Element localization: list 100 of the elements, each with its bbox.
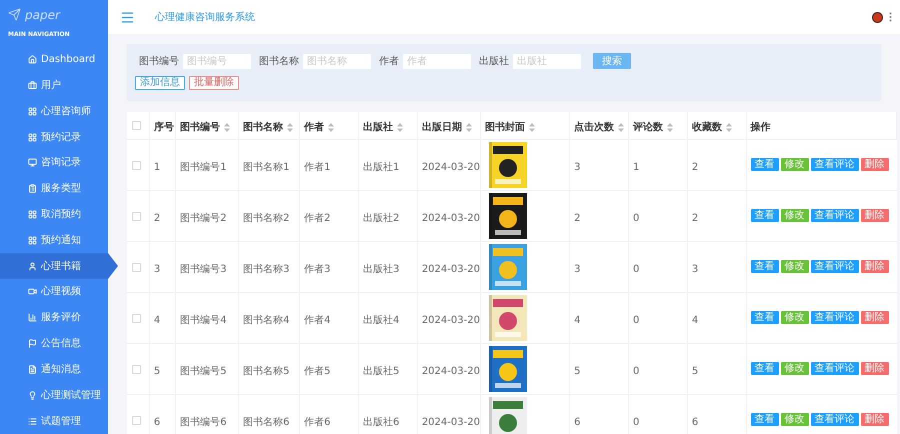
action-button[interactable]: 查看	[750, 209, 779, 222]
more-icon[interactable]	[889, 12, 892, 22]
column-header[interactable]: 点击次数	[574, 120, 624, 136]
sort-icon[interactable]	[328, 123, 334, 132]
sort-icon[interactable]	[618, 123, 624, 132]
checkbox[interactable]	[132, 416, 141, 424]
action-button[interactable]: 修改	[780, 362, 809, 375]
add-button[interactable]: 添加信息	[135, 76, 185, 90]
table-cell: 图书编号6	[180, 416, 227, 428]
column-header[interactable]: 收藏数	[692, 120, 732, 136]
action-button[interactable]: 修改	[780, 209, 809, 222]
table-cell: 作者1	[304, 162, 330, 172]
table-cell: 2	[154, 212, 160, 224]
sort-icon[interactable]	[466, 123, 472, 132]
column-header[interactable]: 评论数	[632, 120, 673, 136]
sidebar-item[interactable]: 心理测试管理	[0, 382, 108, 408]
table-cell: 0	[632, 366, 640, 376]
column-header[interactable]: 作者	[304, 120, 334, 136]
action-button[interactable]: 查看评论	[810, 158, 859, 171]
action-button[interactable]: 删除	[860, 413, 889, 426]
checkbox[interactable]	[132, 121, 141, 130]
action-button[interactable]: 查看评论	[810, 260, 859, 273]
table-cell: 作者5	[304, 366, 330, 376]
sidebar-item[interactable]: 公告信息	[0, 330, 108, 356]
sidebar-item[interactable]: 服务评价	[0, 304, 108, 331]
sort-icon[interactable]	[528, 123, 535, 132]
action-button[interactable]: 查看评论	[810, 362, 859, 375]
sidebar-item[interactable]: 预约通知	[0, 227, 108, 254]
sidebar-item[interactable]: 服务类型	[0, 176, 108, 202]
batch-delete-button[interactable]: 批量删除	[189, 76, 239, 90]
sidebar-item[interactable]: 预约记录	[0, 124, 108, 150]
sidebar-item[interactable]: 取消预约	[0, 202, 108, 228]
sidebar-item[interactable]: Dashboard	[0, 46, 108, 73]
table-cell: 4	[154, 314, 160, 326]
sort-icon[interactable]	[287, 123, 294, 132]
home-icon	[28, 55, 37, 64]
column-header[interactable]: 出版日期	[422, 120, 472, 136]
table-cell: 出版社5	[362, 366, 400, 376]
sort-icon[interactable]	[666, 123, 673, 132]
action-button[interactable]: 查看	[750, 362, 779, 375]
column-header[interactable]: 出版社	[362, 120, 403, 136]
sidebar-item[interactable]: 用户	[0, 72, 108, 98]
table-cell: 作者6	[304, 416, 330, 428]
field-label: 图书名称	[259, 54, 299, 68]
action-button[interactable]: 查看	[750, 413, 779, 426]
column-header[interactable]: 图书封面	[484, 120, 535, 136]
table-cell: 3	[574, 162, 580, 172]
action-button[interactable]: 修改	[780, 260, 809, 273]
briefcase-icon	[28, 80, 37, 90]
grid-icon	[28, 210, 37, 220]
action-button[interactable]: 删除	[860, 311, 889, 324]
pointer-icon	[108, 253, 118, 280]
column-header[interactable]: 图书编号	[180, 120, 230, 136]
table-cell: 2	[692, 212, 698, 224]
action-button[interactable]: 删除	[860, 260, 889, 273]
sidebar-item[interactable]: 通知消息	[0, 356, 108, 382]
menu-icon[interactable]	[120, 10, 135, 24]
action-button[interactable]: 查看评论	[810, 413, 859, 426]
search-button[interactable]: 搜索	[593, 53, 631, 69]
sidebar-item[interactable]: 试题管理	[0, 408, 108, 434]
table-cell: 6	[574, 416, 580, 428]
table-cell: 作者2	[304, 212, 330, 224]
list-icon	[28, 416, 37, 426]
table-cell: 2024-03-20	[422, 366, 480, 376]
table-cell: 0	[632, 416, 640, 428]
action-button[interactable]: 修改	[780, 311, 809, 324]
table-cell: 2	[574, 212, 580, 224]
table-cell: 2024-03-20	[422, 416, 480, 428]
action-button[interactable]: 查看	[750, 260, 779, 273]
column-header[interactable]: 图书名称	[243, 120, 294, 136]
sort-icon[interactable]	[224, 123, 230, 132]
table-cell: 6	[154, 416, 160, 428]
table-cell: 图书编号1	[180, 162, 227, 172]
action-button[interactable]: 查看	[750, 158, 779, 171]
video-icon	[28, 287, 37, 296]
table-cell: 图书名称4	[243, 314, 290, 326]
action-button[interactable]: 删除	[860, 362, 889, 375]
action-button[interactable]: 修改	[780, 413, 809, 426]
sidebar-item[interactable]: 心理视频	[0, 279, 108, 305]
sort-icon[interactable]	[396, 123, 403, 132]
table-cell: 0	[632, 212, 640, 224]
action-button[interactable]: 查看	[750, 311, 779, 324]
checkbox[interactable]	[132, 314, 141, 322]
sidebar-item[interactable]: 心理咨询师	[0, 98, 108, 124]
action-button[interactable]: 删除	[860, 158, 889, 171]
grid-icon	[28, 106, 37, 116]
checkbox[interactable]	[132, 160, 141, 170]
action-button[interactable]: 查看评论	[810, 311, 859, 324]
field-label: 出版社	[479, 54, 509, 68]
checkbox[interactable]	[132, 262, 141, 272]
action-button[interactable]: 查看评论	[810, 209, 859, 222]
checkbox[interactable]	[132, 212, 141, 220]
table-cell: 4	[692, 314, 698, 326]
table-cell: 4	[574, 314, 580, 326]
checkbox[interactable]	[132, 364, 141, 374]
action-button[interactable]: 修改	[780, 158, 809, 171]
sort-icon[interactable]	[726, 123, 732, 132]
avatar[interactable]	[872, 12, 883, 22]
sidebar-item[interactable]: 咨询记录	[0, 150, 108, 176]
action-button[interactable]: 删除	[860, 209, 889, 222]
